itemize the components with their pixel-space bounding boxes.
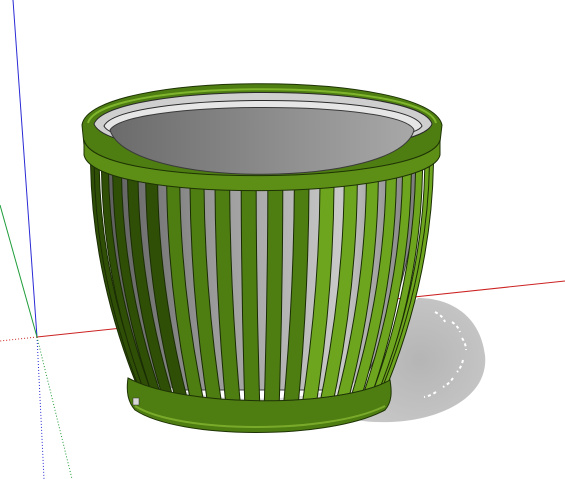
green-axis-line-dotted: [36, 336, 73, 479]
blue-axis-line-dotted: [36, 336, 45, 479]
blue-axis-line: [12, 0, 38, 338]
sketchup-viewport[interactable]: [0, 0, 565, 479]
red-axis-line-dotted: [0, 336, 38, 342]
base-ring-notch: [132, 397, 140, 406]
model-scene[interactable]: [0, 0, 565, 479]
green-axis-line: [0, 204, 38, 338]
planter-top-rim[interactable]: [81, 83, 443, 192]
